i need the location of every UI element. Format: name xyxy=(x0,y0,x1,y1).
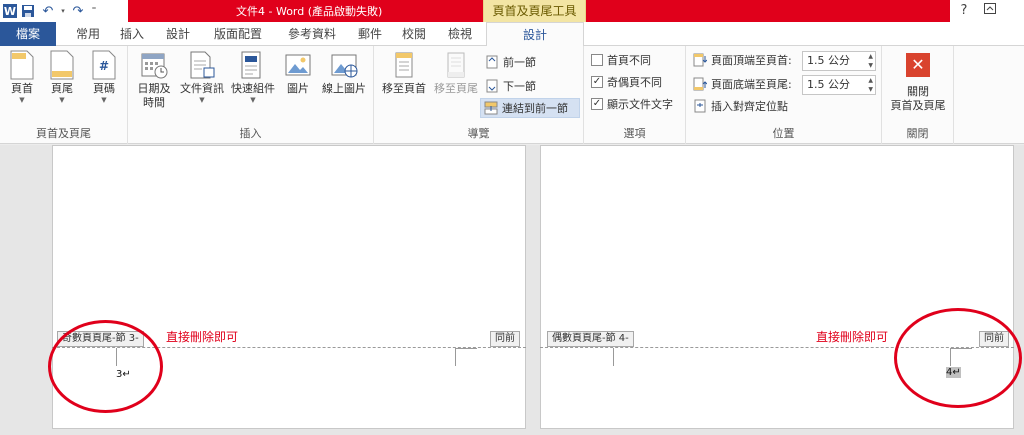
chevron-down-icon: ▼ xyxy=(59,96,65,104)
save-icon[interactable] xyxy=(19,2,37,20)
link-to-previous-icon xyxy=(484,101,498,115)
chevron-down-icon: ▼ xyxy=(250,96,256,104)
margin-corner xyxy=(455,348,456,366)
group-label: 位置 xyxy=(772,127,795,140)
footer-bottom-label: 頁面底端至頁尾: xyxy=(690,74,795,94)
picture-icon xyxy=(284,50,312,80)
picture-button[interactable]: 圖片 xyxy=(280,50,316,96)
ribbon: 頁首 ▼ 頁尾 ▼ # 頁碼 ▼ 頁首及頁尾 日期及 時間 文件資訊 ▼ 快速組… xyxy=(0,46,1024,144)
checkbox: ✓ xyxy=(591,98,603,110)
date-time-button[interactable]: 日期及 時間 xyxy=(132,50,176,110)
page-number-icon: # xyxy=(90,50,118,80)
group-label: 關閉 xyxy=(906,127,929,140)
chevron-down-icon: ▼ xyxy=(199,96,205,104)
footer-icon xyxy=(48,50,76,80)
footer-bottom-spinner[interactable]: 1.5 公分 ▲ ▼ xyxy=(802,75,876,95)
online-picture-button[interactable]: 線上圖片 xyxy=(318,50,370,96)
tab-references[interactable]: 參考資料 xyxy=(278,22,346,46)
document-info-button[interactable]: 文件資訊 ▼ xyxy=(176,50,228,104)
annotation-circle xyxy=(48,320,163,413)
group-label: 導覽 xyxy=(467,127,490,140)
contextual-tab-header: 頁首及頁尾工具 xyxy=(483,0,586,22)
group-close: ✕ 關閉 頁首及頁尾 關閉 xyxy=(882,46,954,144)
tab-layout[interactable]: 版面配置 xyxy=(204,22,272,46)
show-document-text-checkbox[interactable]: ✓ 顯示文件文字 xyxy=(588,94,676,114)
goto-footer-icon xyxy=(442,50,470,80)
header-position-icon xyxy=(693,53,707,67)
close-header-footer-button[interactable]: ✕ 關閉 頁首及頁尾 xyxy=(884,50,952,113)
quick-access-toolbar: W ↶ ▾ ↷ ⁼ xyxy=(0,0,128,22)
different-odd-even-checkbox[interactable]: ✓ 奇偶頁不同 xyxy=(588,72,665,92)
tab-review[interactable]: 校閱 xyxy=(394,22,434,46)
word-app-icon: W xyxy=(3,4,17,18)
header-button[interactable]: 頁首 ▼ xyxy=(4,50,40,104)
header-icon xyxy=(8,50,36,80)
title-bar: W ↶ ▾ ↷ ⁼ 文件4 - Word (產品啟動失敗) 頁首及頁尾工具 ? xyxy=(0,0,1024,22)
online-picture-icon xyxy=(330,50,358,80)
customize-qat-icon[interactable]: ⁼ xyxy=(89,2,99,20)
footer-position-icon xyxy=(693,77,707,91)
group-insert: 日期及 時間 文件資訊 ▼ 快速組件 ▼ 圖片 線上圖片 插入 xyxy=(128,46,374,144)
next-section-button[interactable]: 下一節 xyxy=(482,76,539,96)
redo-icon[interactable]: ↷ xyxy=(69,2,87,20)
document-info-icon xyxy=(188,50,216,80)
document-title: 文件4 - Word (產品啟動失敗) xyxy=(236,5,383,18)
tab-file[interactable]: 檔案 xyxy=(0,22,56,46)
same-as-previous-tag: 同前 xyxy=(490,331,520,347)
previous-section-button[interactable]: 前一節 xyxy=(482,52,539,72)
alignment-tab-icon xyxy=(694,99,706,113)
chevron-down-icon: ▼ xyxy=(101,96,107,104)
tab-header-footer-design[interactable]: 設計 xyxy=(486,22,584,47)
close-icon: ✕ xyxy=(904,53,932,83)
group-navigation: 移至頁首 移至頁尾 前一節 下一節 連結到前一節 導覽 xyxy=(374,46,584,144)
tab-view[interactable]: 檢視 xyxy=(440,22,480,46)
header-top-label: 頁面頂端至頁首: xyxy=(690,50,795,70)
previous-section-icon xyxy=(486,55,498,69)
tab-insert[interactable]: 插入 xyxy=(112,22,152,46)
group-header-footer: 頁首 ▼ 頁尾 ▼ # 頁碼 ▼ 頁首及頁尾 xyxy=(0,46,128,144)
group-label: 選項 xyxy=(623,127,646,140)
annotation-note: 直接刪除即可 xyxy=(816,330,889,344)
annotation-note: 直接刪除即可 xyxy=(166,330,239,344)
svg-text:#: # xyxy=(99,59,109,73)
margin-corner xyxy=(613,348,614,366)
ribbon-tabs: 檔案 常用 插入 設計 版面配置 參考資料 郵件 校閱 檢視 設計 xyxy=(0,22,1024,47)
annotation-circle xyxy=(894,308,1022,408)
group-position: 頁面頂端至頁首: 1.5 公分 ▲ ▼ 頁面底端至頁尾: 1.5 公分 ▲ ▼ 插入… xyxy=(686,46,882,144)
group-options: 首頁不同 ✓ 奇偶頁不同 ✓ 顯示文件文字 選項 xyxy=(584,46,686,144)
next-section-icon xyxy=(486,79,498,93)
margin-corner xyxy=(455,348,477,349)
goto-header-button[interactable]: 移至頁首 xyxy=(378,50,430,96)
tab-home[interactable]: 常用 xyxy=(68,22,108,46)
footer-button[interactable]: 頁尾 ▼ xyxy=(44,50,80,104)
checkbox: ✓ xyxy=(591,76,603,88)
chevron-down-icon: ▼ xyxy=(19,96,25,104)
help-button[interactable]: ? xyxy=(952,0,976,22)
link-to-previous-button[interactable]: 連結到前一節 xyxy=(480,98,580,118)
checkbox xyxy=(591,54,603,66)
quick-parts-button[interactable]: 快速組件 ▼ xyxy=(228,50,278,104)
even-footer-tag: 偶數頁頁尾-節 4- xyxy=(547,331,634,347)
tab-design[interactable]: 設計 xyxy=(158,22,198,46)
spinner-arrows-icon[interactable]: ▲ ▼ xyxy=(868,52,873,70)
calendar-icon xyxy=(140,50,168,80)
quick-parts-icon xyxy=(239,50,267,80)
goto-footer-button: 移至頁尾 xyxy=(430,50,482,96)
undo-icon[interactable]: ↶ xyxy=(39,2,57,20)
tab-mailings[interactable]: 郵件 xyxy=(350,22,390,46)
page-number-button[interactable]: # 頁碼 ▼ xyxy=(86,50,122,104)
group-label: 頁首及頁尾 xyxy=(36,127,91,140)
ribbon-display-options-button[interactable] xyxy=(978,0,1002,22)
goto-header-icon xyxy=(390,50,418,80)
undo-dropdown-icon[interactable]: ▾ xyxy=(59,2,67,20)
header-top-spinner[interactable]: 1.5 公分 ▲ ▼ xyxy=(802,51,876,71)
group-label: 插入 xyxy=(239,127,262,140)
different-first-page-checkbox[interactable]: 首頁不同 xyxy=(588,50,654,70)
spinner-arrows-icon[interactable]: ▲ ▼ xyxy=(868,76,873,94)
insert-alignment-tab-button[interactable]: 插入對齊定位點 xyxy=(690,96,791,116)
